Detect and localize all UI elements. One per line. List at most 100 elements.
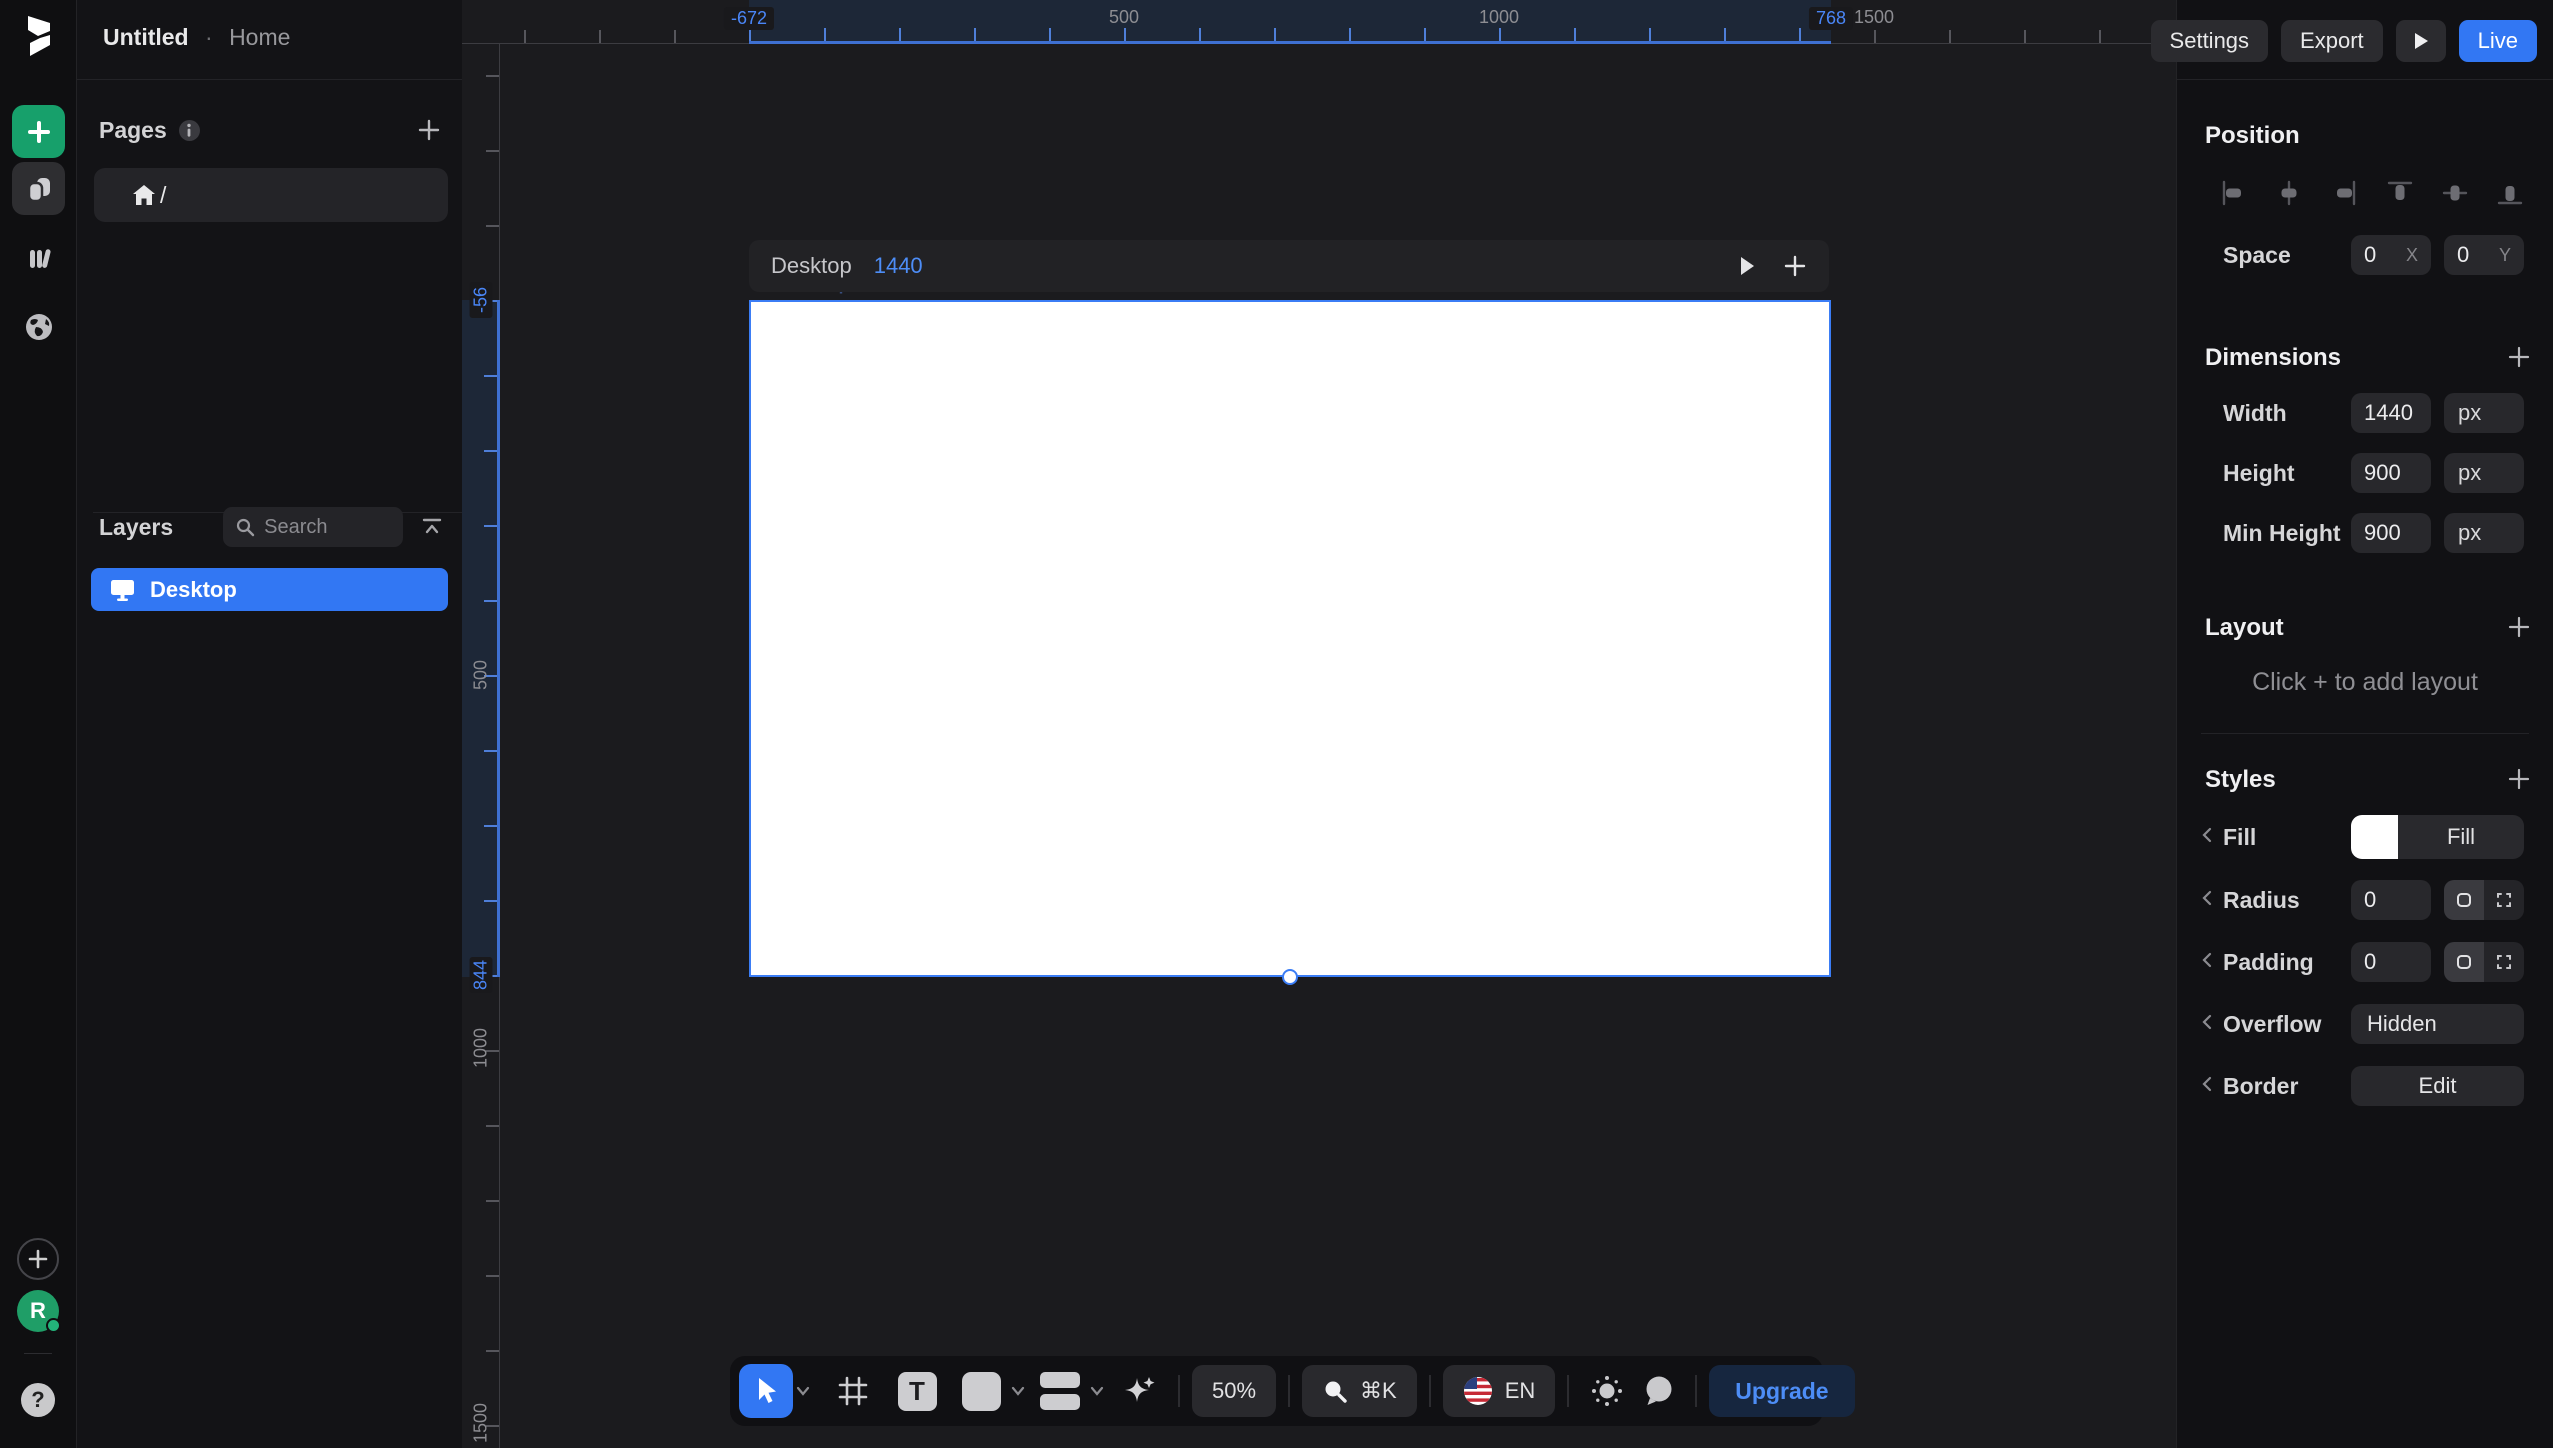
globe-panel-button[interactable] (12, 300, 65, 353)
add-layout-button[interactable] (2506, 614, 2532, 640)
collapse-layers-icon[interactable] (420, 516, 444, 538)
add-breakpoint-icon[interactable] (1783, 254, 1807, 278)
command-search-button[interactable]: ⌘K (1302, 1365, 1417, 1417)
desktop-frame-canvas[interactable] (749, 300, 1831, 977)
radius-collapse-chevron-icon[interactable] (2201, 889, 2213, 907)
language-button[interactable]: EN (1443, 1365, 1556, 1417)
sections-tool-button[interactable] (1033, 1364, 1087, 1418)
preview-button[interactable] (2396, 20, 2446, 62)
feedback-chat-button[interactable] (1633, 1365, 1683, 1417)
layers-title: Layers (99, 514, 173, 541)
v-ruler-selection-end: 844 (470, 957, 493, 993)
upgrade-button[interactable]: Upgrade (1709, 1365, 1854, 1417)
text-tool-button[interactable]: T (890, 1364, 944, 1418)
inspector-divider (2201, 733, 2529, 734)
select-tool-chevron-icon[interactable] (796, 1386, 810, 1396)
library-panel-button[interactable] (12, 232, 65, 285)
info-icon[interactable] (179, 120, 200, 141)
align-center-horizontal-icon[interactable] (2272, 176, 2306, 210)
align-bottom-icon[interactable] (2493, 176, 2527, 210)
canvas-viewport[interactable]: 500 1000 1500 -672 768 500 1000 1500 -56… (462, 0, 2176, 1448)
add-element-button[interactable] (12, 105, 65, 158)
min-height-input[interactable]: 900 (2351, 513, 2431, 553)
shape-tool-chevron-icon[interactable] (1011, 1386, 1025, 1396)
height-unit-select[interactable]: px (2444, 453, 2524, 493)
space-x-input[interactable]: 0 X (2351, 235, 2431, 275)
radius-input[interactable]: 0 (2351, 880, 2431, 920)
padding-collapse-chevron-icon[interactable] (2201, 951, 2213, 969)
left-sidebar: Untitled · Home Pages / (77, 0, 462, 1448)
shape-tool-icon (962, 1372, 1001, 1411)
radius-individual-segment[interactable] (2484, 880, 2524, 920)
horizontal-ruler: 500 1000 1500 -672 768 (462, 0, 2176, 44)
align-left-icon[interactable] (2217, 176, 2251, 210)
border-collapse-chevron-icon[interactable] (2201, 1075, 2213, 1093)
padding-individual-segment[interactable] (2484, 942, 2524, 982)
fill-label: Fill (2223, 824, 2256, 851)
min-height-unit-select[interactable]: px (2444, 513, 2524, 553)
layers-search-box[interactable] (223, 507, 403, 547)
v-ruler-selection-band (462, 300, 500, 977)
add-style-button[interactable] (2506, 766, 2532, 792)
frame-resize-handle[interactable] (1282, 969, 1298, 985)
align-center-vertical-icon[interactable] (2438, 176, 2472, 210)
radius-uniform-segment[interactable] (2444, 880, 2484, 920)
frame-name-label[interactable]: Desktop (771, 253, 852, 279)
select-tool-button[interactable] (739, 1364, 793, 1418)
preview-play-icon[interactable] (1737, 254, 1757, 278)
invite-add-button[interactable] (17, 1238, 59, 1280)
width-label: Width (2223, 400, 2287, 427)
overflow-select[interactable]: Hidden (2351, 1004, 2524, 1044)
add-dimension-button[interactable] (2506, 344, 2532, 370)
h-ruler-label: 500 (1109, 7, 1139, 28)
space-y-input[interactable]: 0 Y (2444, 235, 2524, 275)
frame-tool-button[interactable] (826, 1364, 880, 1418)
fill-type-button[interactable]: Fill (2398, 815, 2524, 859)
border-edit-button[interactable]: Edit (2351, 1066, 2524, 1106)
corners-icon (2495, 953, 2513, 971)
fill-color-swatch[interactable] (2351, 815, 2398, 859)
breadcrumb[interactable]: Untitled · Home (103, 24, 290, 51)
ai-tool-button[interactable] (1112, 1364, 1166, 1418)
width-input[interactable]: 1440 (2351, 393, 2431, 433)
presence-dot (46, 1318, 61, 1333)
align-right-icon[interactable] (2327, 176, 2361, 210)
padding-input[interactable]: 0 (2351, 942, 2431, 982)
toolbar-divider (1567, 1375, 1569, 1407)
app-logo-icon[interactable] (14, 12, 62, 60)
toolbar-divider (1695, 1375, 1697, 1407)
sun-icon (1589, 1373, 1625, 1409)
frame-width-label[interactable]: 1440 (874, 253, 923, 279)
align-top-icon[interactable] (2383, 176, 2417, 210)
width-unit-select[interactable]: px (2444, 393, 2524, 433)
user-avatar[interactable]: R (17, 1290, 59, 1332)
overflow-collapse-chevron-icon[interactable] (2201, 1013, 2213, 1031)
help-button[interactable]: ? (21, 1383, 55, 1417)
pages-panel-button[interactable] (12, 162, 65, 215)
page-list-item-home[interactable]: / (94, 168, 448, 222)
search-shortcut-label: ⌘K (1360, 1378, 1397, 1404)
settings-button[interactable]: Settings (2151, 20, 2269, 62)
padding-uniform-segment[interactable] (2444, 942, 2484, 982)
breadcrumb-separator: · (205, 24, 213, 50)
fill-collapse-chevron-icon[interactable] (2201, 826, 2213, 844)
x-suffix: X (2406, 245, 2418, 266)
v-ruler-label: 1000 (471, 1032, 492, 1068)
live-button[interactable]: Live (2459, 20, 2537, 62)
layers-search-input[interactable] (264, 516, 391, 539)
layer-item-desktop[interactable]: Desktop (91, 568, 448, 611)
plus-icon (2506, 766, 2532, 792)
shape-tool-button[interactable] (954, 1364, 1008, 1418)
export-button[interactable]: Export (2281, 20, 2383, 62)
add-page-button[interactable] (416, 117, 442, 143)
sparkle-icon (1120, 1372, 1158, 1410)
search-icon (1322, 1378, 1348, 1404)
globe-icon (22, 310, 56, 344)
zoom-level-button[interactable]: 50% (1192, 1365, 1276, 1417)
height-input[interactable]: 900 (2351, 453, 2431, 493)
sections-tool-chevron-icon[interactable] (1090, 1386, 1104, 1396)
cursor-icon (751, 1375, 781, 1407)
theme-toggle-button[interactable] (1581, 1365, 1633, 1417)
height-label: Height (2223, 460, 2295, 487)
border-label: Border (2223, 1073, 2298, 1100)
